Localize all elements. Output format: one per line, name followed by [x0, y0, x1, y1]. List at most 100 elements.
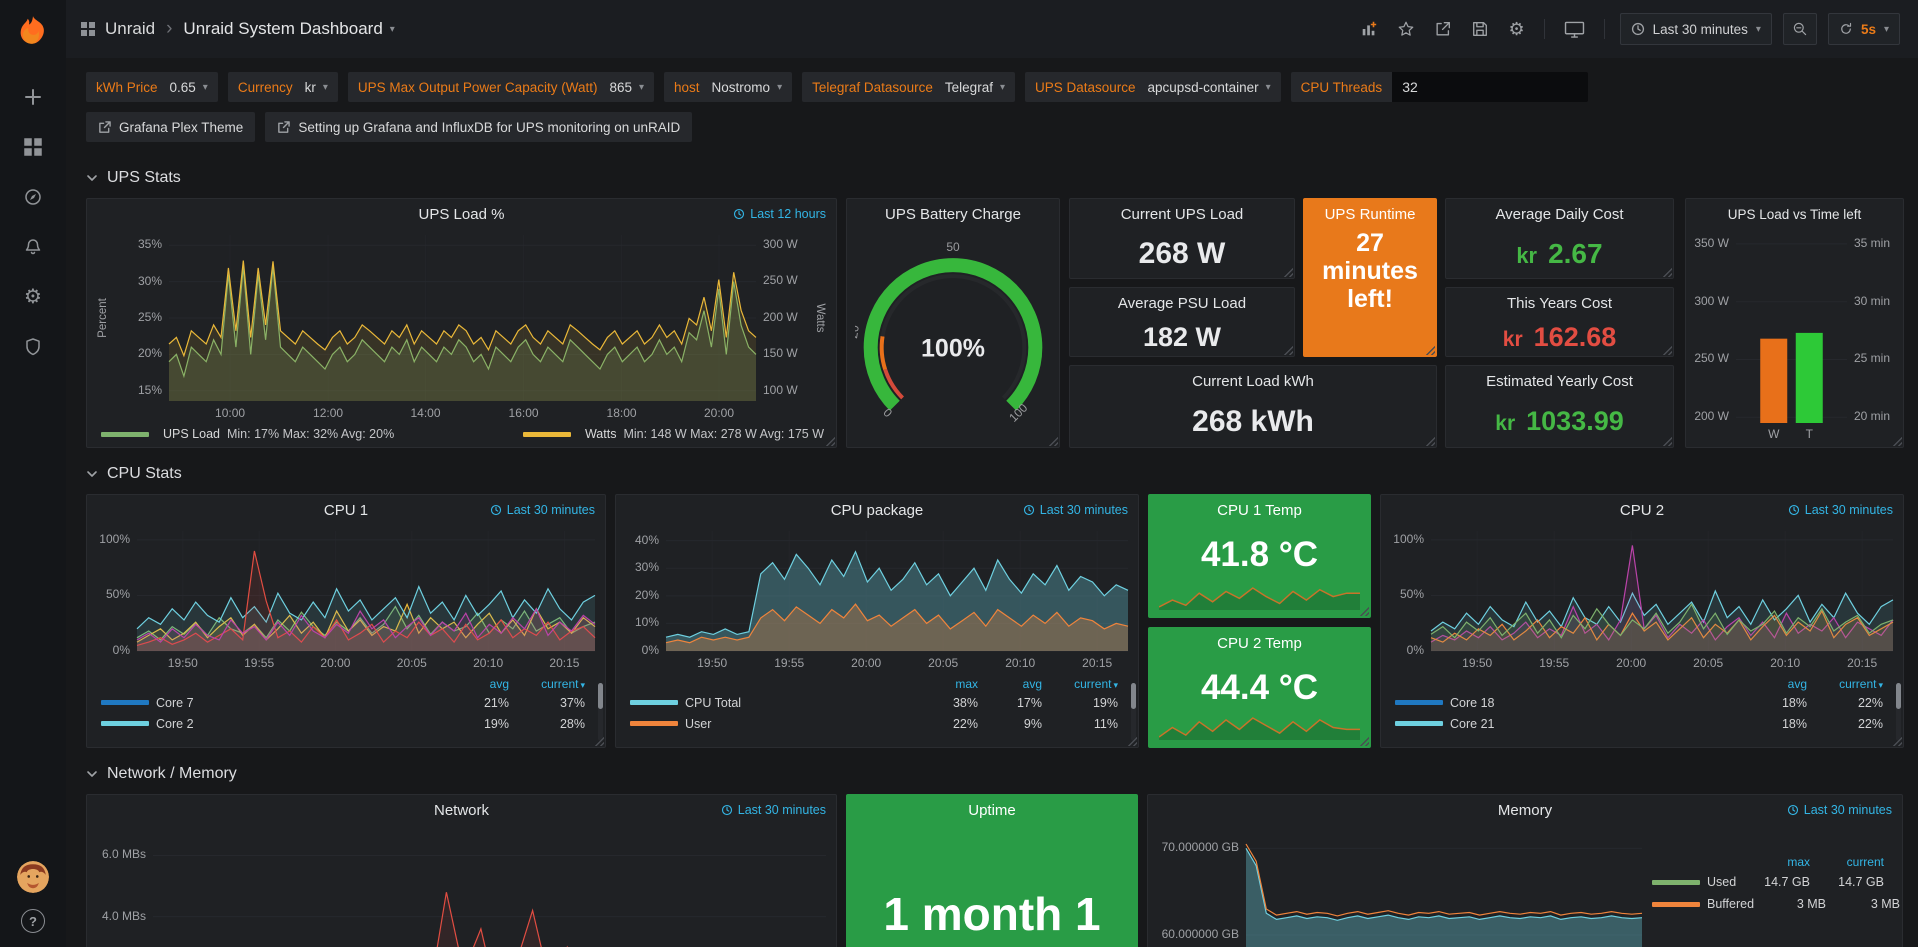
- panel-title[interactable]: CPU 1: [324, 502, 368, 519]
- legend-row[interactable]: Core 18 18% 22%: [1395, 692, 1883, 713]
- legend-row[interactable]: User 22% 9% 11%: [630, 713, 1118, 734]
- variable-value-dropdown[interactable]: 865▾: [609, 80, 644, 95]
- dashboard-body: UPS Stats UPS Load % Last 12 hours 10:00…: [66, 150, 1918, 947]
- link-label: Grafana Plex Theme: [119, 120, 243, 135]
- star-dashboard-button[interactable]: [1393, 16, 1419, 42]
- share-dashboard-button[interactable]: [1430, 16, 1456, 42]
- legend-col-avg[interactable]: avg: [1743, 677, 1807, 691]
- panel-cpu-2: CPU 2 Last 30 minutes 19:5019:5520:0020:…: [1380, 494, 1904, 748]
- graph-legend: max avg current CPU Total 38% 17% 19% Us…: [616, 675, 1138, 734]
- ups-stats-row: UPS Load % Last 12 hours 10:0012:0014:00…: [86, 198, 1904, 448]
- legend-col-current[interactable]: current: [1042, 677, 1118, 691]
- memory-chart[interactable]: 50.000000 GB60.000000 GB70.000000 GB: [1148, 825, 1652, 947]
- legend-item-ups-load[interactable]: UPS Load Min: 17% Max: 32% Avg: 20%: [101, 427, 394, 441]
- link-label: Setting up Grafana and InfluxDB for UPS …: [298, 120, 680, 135]
- network-chart[interactable]: 2.0 MBs4.0 MBs6.0 MBs: [87, 825, 836, 947]
- dashboards-grid-icon: [23, 137, 43, 157]
- cpu-package-chart[interactable]: 19:5019:5520:0020:0520:1020:150%10%20%30…: [616, 525, 1138, 673]
- help-icon[interactable]: ?: [21, 909, 45, 933]
- panel-title[interactable]: CPU 2 Temp: [1217, 635, 1302, 652]
- legend-scrollbar[interactable]: [1131, 683, 1136, 741]
- panel-title[interactable]: Memory: [1498, 802, 1552, 819]
- battery-gauge: 02050100100%: [855, 231, 1051, 439]
- variable-value-dropdown[interactable]: apcupsd-container▾: [1148, 80, 1271, 95]
- legend-row[interactable]: Core 2 19% 28%: [101, 713, 585, 734]
- cycle-view-mode-button[interactable]: [1560, 17, 1589, 42]
- legend-scrollbar[interactable]: [598, 683, 603, 741]
- sidebar-menu: ⚙: [15, 86, 51, 358]
- legend-col-avg[interactable]: avg: [445, 677, 509, 691]
- sidebar-item-dashboards[interactable]: [15, 136, 51, 158]
- legend-row[interactable]: Used 14.7 GB 14.7 GB: [1652, 871, 1884, 893]
- ups-load-chart[interactable]: 10:0012:0014:0016:0018:0020:0015%20%25%3…: [87, 229, 836, 423]
- panel-title[interactable]: UPS Battery Charge: [885, 206, 1021, 223]
- legend-row[interactable]: Core 7 21% 37%: [101, 692, 585, 713]
- legend-col-current[interactable]: current: [1810, 855, 1884, 869]
- panel-title[interactable]: UPS Runtime: [1325, 206, 1416, 223]
- star-icon: [1397, 20, 1415, 38]
- load-vs-time-bar-chart[interactable]: 200 W250 W300 W350 W20 min25 min30 min35…: [1686, 229, 1903, 443]
- panel-title[interactable]: Current Load kWh: [1192, 373, 1314, 390]
- sidebar-item-configuration[interactable]: ⚙: [15, 286, 51, 308]
- legend-item-watts[interactable]: Watts Min: 148 W Max: 278 W Avg: 175 W: [523, 427, 824, 441]
- variable-value-dropdown[interactable]: Telegraf▾: [945, 80, 1005, 95]
- save-dashboard-button[interactable]: [1467, 16, 1493, 42]
- breadcrumb-dashboard[interactable]: Unraid System Dashboard ▾: [183, 19, 394, 39]
- link-ups-monitoring-guide[interactable]: Setting up Grafana and InfluxDB for UPS …: [265, 112, 692, 142]
- legend-col-current[interactable]: current: [1807, 677, 1883, 691]
- row-header-network-memory[interactable]: Network / Memory: [86, 762, 1904, 786]
- panel-title[interactable]: Network: [434, 802, 489, 819]
- shield-icon: [23, 337, 43, 357]
- sidebar-item-create[interactable]: [15, 86, 51, 108]
- variable-value-dropdown[interactable]: kr▾: [305, 80, 328, 95]
- cpu2-chart[interactable]: 19:5019:5520:0020:0520:1020:150%50%100%: [1381, 525, 1903, 673]
- legend-row[interactable]: Core 21 18% 22%: [1395, 713, 1883, 734]
- panel-title[interactable]: Estimated Yearly Cost: [1486, 373, 1633, 390]
- breadcrumb-app[interactable]: Unraid: [105, 19, 155, 39]
- panel-title[interactable]: Current UPS Load: [1121, 206, 1244, 223]
- cpu1-chart[interactable]: 19:5019:5520:0020:0520:1020:150%50%100%: [87, 525, 605, 673]
- user-avatar[interactable]: [17, 861, 49, 893]
- panel-title[interactable]: Uptime: [968, 802, 1016, 819]
- legend-row[interactable]: Buffered 3 MB 3 MB: [1652, 893, 1884, 915]
- panel-title[interactable]: UPS Load vs Time left: [1728, 207, 1862, 222]
- panel-title[interactable]: CPU package: [831, 502, 924, 519]
- link-grafana-plex-theme[interactable]: Grafana Plex Theme: [86, 112, 255, 142]
- panel-network: Network Last 30 minutes 2.0 MBs4.0 MBs6.…: [86, 794, 837, 947]
- variable-value-dropdown[interactable]: Nostromo▾: [712, 80, 783, 95]
- panel-cpu-2-temp: CPU 2 Temp 44.4 °C: [1148, 627, 1371, 748]
- stat-value: 268 kWh: [1192, 405, 1314, 439]
- clock-icon: [733, 208, 745, 220]
- panel-title[interactable]: Average Daily Cost: [1495, 206, 1623, 223]
- grafana-logo[interactable]: [16, 14, 50, 48]
- panel-title[interactable]: Average PSU Load: [1118, 295, 1246, 312]
- panel-title[interactable]: This Years Cost: [1507, 295, 1612, 312]
- sidebar-item-explore[interactable]: [15, 186, 51, 208]
- refresh-picker[interactable]: 5s ▾: [1828, 13, 1900, 45]
- bell-icon: [23, 237, 43, 257]
- chevron-down-icon: ▾: [1266, 82, 1271, 93]
- zoom-out-button[interactable]: [1783, 13, 1817, 45]
- legend-scrollbar[interactable]: [1896, 683, 1901, 741]
- panel-cpu-1-temp: CPU 1 Temp 41.8 °C: [1148, 494, 1371, 618]
- cpu-threads-input[interactable]: [1392, 72, 1588, 102]
- variable-value-dropdown[interactable]: 0.65▾: [170, 80, 208, 95]
- top-navbar: Unraid › Unraid System Dashboard ▾: [66, 0, 1918, 58]
- panel-title[interactable]: CPU 1 Temp: [1217, 502, 1302, 519]
- row-header-cpu-stats[interactable]: CPU Stats: [86, 462, 1904, 486]
- row-header-ups-stats[interactable]: UPS Stats: [86, 166, 1904, 190]
- panel-title[interactable]: CPU 2: [1620, 502, 1664, 519]
- legend-col-current[interactable]: current: [509, 677, 585, 691]
- legend-row[interactable]: CPU Total 38% 17% 19%: [630, 692, 1118, 713]
- legend-col-max[interactable]: max: [914, 677, 978, 691]
- time-range-picker[interactable]: Last 30 minutes ▾: [1620, 13, 1772, 45]
- variables-row: kWh Price 0.65▾ Currency kr▾ UPS Max Out…: [86, 72, 1904, 102]
- sidebar-item-server-admin[interactable]: [15, 336, 51, 358]
- dashboard-settings-button[interactable]: ⚙: [1504, 16, 1528, 42]
- share-icon: [1434, 20, 1452, 38]
- sidebar-item-alerting[interactable]: [15, 236, 51, 258]
- legend-col-avg[interactable]: avg: [978, 677, 1042, 691]
- add-panel-button[interactable]: [1356, 16, 1382, 42]
- panel-title[interactable]: UPS Load %: [419, 206, 505, 223]
- legend-col-max[interactable]: max: [1738, 855, 1810, 869]
